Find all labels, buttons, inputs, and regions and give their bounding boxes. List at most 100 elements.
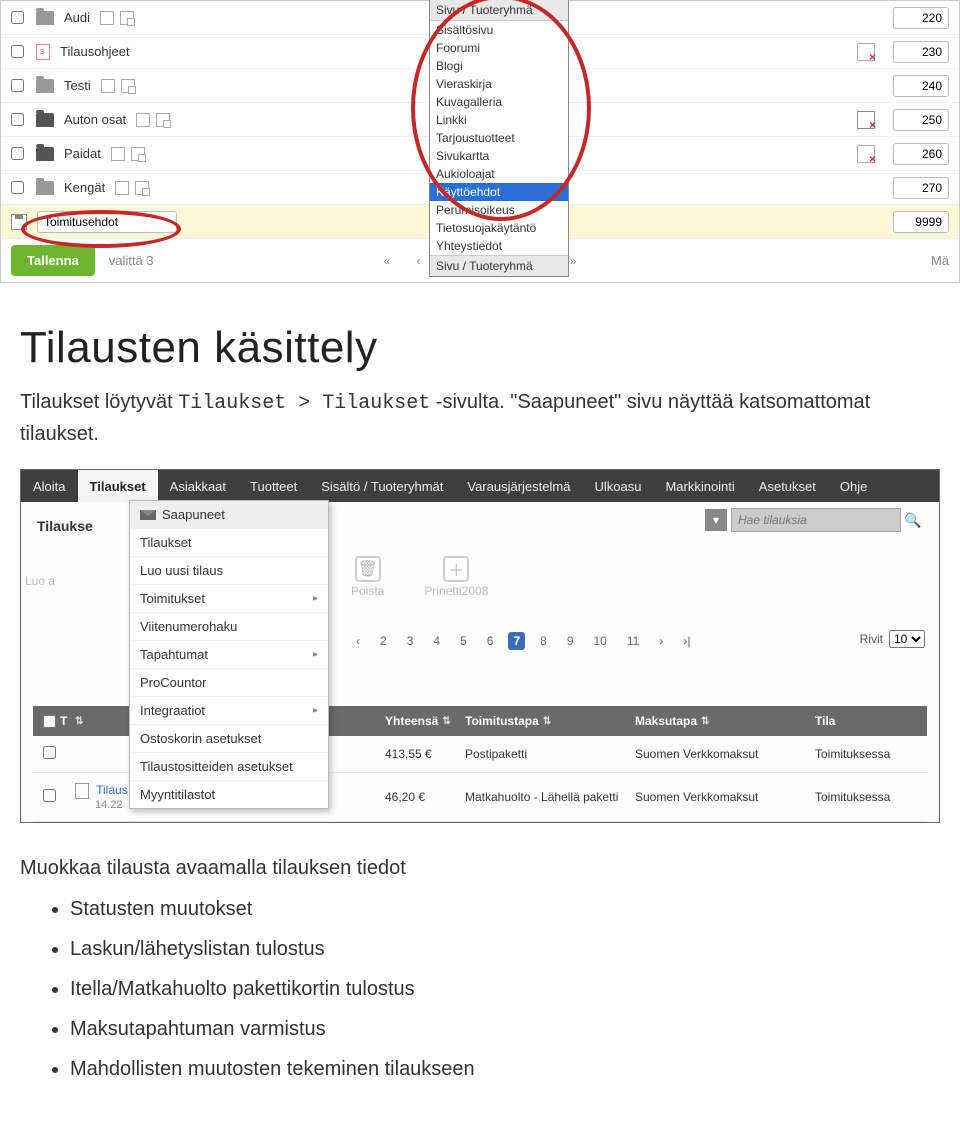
row-checkbox[interactable] (11, 147, 24, 160)
row-checkbox[interactable] (11, 11, 24, 24)
order-status: Toimituksessa (815, 747, 895, 761)
col-total[interactable]: Yhteensä (385, 714, 455, 728)
submenu-item[interactable]: Tilaukset (130, 528, 328, 556)
grid-icon (135, 181, 149, 195)
row-checkbox[interactable] (11, 113, 24, 126)
dropdown-item[interactable]: Sivukartta (430, 147, 568, 165)
row-checkbox[interactable] (11, 45, 24, 58)
tab-ohje[interactable]: Ohje (828, 470, 879, 502)
tab-markkinointi[interactable]: Markkinointi (653, 470, 746, 502)
page-title: Tilausten käsittely (20, 323, 940, 373)
page-num[interactable]: 11 (622, 632, 644, 650)
favorite-toggle[interactable]: ▾ (705, 509, 727, 531)
order-input[interactable] (893, 7, 949, 29)
rows-select[interactable]: 10 (889, 630, 925, 648)
page-num[interactable]: 10 (589, 632, 612, 650)
page-last[interactable]: ›| (678, 632, 695, 650)
order-total: 46,20 € (385, 790, 455, 804)
page-num[interactable]: 8 (535, 632, 552, 650)
search-icon[interactable]: 🔍 (901, 508, 925, 532)
cube-icon (100, 11, 114, 25)
pager-first[interactable]: « (378, 252, 397, 270)
submenu-item[interactable]: Myyntitilastot (130, 780, 328, 808)
dropdown-item[interactable]: Tietosuojakäytäntö (430, 219, 568, 237)
folder-icon (36, 79, 54, 93)
order-input[interactable] (893, 143, 949, 165)
tab-asiakkaat[interactable]: Asiakkaat (158, 470, 238, 502)
tab-tuotteet[interactable]: Tuotteet (238, 470, 309, 502)
order-input[interactable] (893, 177, 949, 199)
col-ship[interactable]: Toimitustapa (465, 714, 625, 728)
submenu-item[interactable]: Luo uusi tilaus (130, 556, 328, 584)
save-icon[interactable] (11, 214, 27, 230)
row-checkbox[interactable] (43, 789, 56, 802)
dropdown-item-selected[interactable]: Käyttöehdot (430, 183, 568, 201)
submenu-item[interactable]: Tilaustositteiden asetukset (130, 752, 328, 780)
list-item: Maksutapahtuman varmistus (70, 1009, 940, 1049)
type-dropdown[interactable]: Sivu / Tuoteryhmä Sisältösivu Foorumi Bl… (429, 0, 569, 277)
dropdown-item[interactable]: Vieraskirja (430, 75, 568, 93)
col-pay[interactable]: Maksutapa (635, 714, 805, 728)
row-label[interactable]: Audi (64, 10, 90, 25)
dropdown-item[interactable]: Foorumi (430, 39, 568, 57)
submenu-item[interactable]: Toimitukset (130, 584, 328, 612)
text: Tilaukset löytyvät (20, 391, 178, 413)
delete-button[interactable]: 🗑Poista (351, 556, 384, 598)
pager-prev[interactable]: ‹ (410, 252, 426, 270)
page-num[interactable]: 6 (482, 632, 499, 650)
submenu-item[interactable]: Integraatiot (130, 696, 328, 724)
row-label[interactable]: Tilausohjeet (60, 44, 130, 59)
add-button[interactable]: ＋Prinetti2008 (424, 556, 488, 598)
dropdown-item[interactable]: Tarjoustuotteet (430, 129, 568, 147)
page-num[interactable]: 3 (402, 632, 419, 650)
name-input[interactable] (37, 211, 177, 233)
submenu-item[interactable]: Viitenumerohaku (130, 612, 328, 640)
page-prev[interactable]: ‹ (351, 632, 365, 650)
dropdown-item[interactable]: Yhteystiedot (430, 237, 568, 255)
dropdown-item[interactable]: Aukioloajat (430, 165, 568, 183)
page-num[interactable]: 2 (375, 632, 392, 650)
save-button[interactable]: Tallenna (11, 245, 95, 276)
submenu-head[interactable]: Saapuneet (130, 501, 328, 528)
order-status: Toimituksessa (815, 790, 895, 804)
dropdown-item[interactable]: Perumisoikeus (430, 201, 568, 219)
page-num[interactable]: 5 (455, 632, 472, 650)
row-label[interactable]: Testi (64, 78, 91, 93)
dropdown-item[interactable]: Linkki (430, 111, 568, 129)
order-input[interactable] (893, 75, 949, 97)
page-next[interactable]: › (654, 632, 668, 650)
order-input[interactable] (893, 211, 949, 233)
submenu-item[interactable]: Ostoskorin asetukset (130, 724, 328, 752)
create-button-ghost[interactable]: Luo a (25, 574, 55, 588)
submenu-item[interactable]: Tapahtumat (130, 640, 328, 668)
orders-screenshot: Aloita Tilaukset Asiakkaat Tuotteet Sisä… (20, 469, 940, 823)
dropdown-item[interactable]: Sisältösivu (430, 21, 568, 39)
search-input[interactable] (731, 508, 901, 532)
tab-varaus[interactable]: Varausjärjestelmä (455, 470, 582, 502)
submenu-item[interactable]: ProCountor (130, 668, 328, 696)
dropdown-item[interactable]: Kuvagalleria (430, 93, 568, 111)
page-num-active[interactable]: 7 (508, 632, 525, 650)
top-screenshot-panel: Audi Tilausohjeet Testi Auton osat Paida… (0, 0, 960, 283)
page-num[interactable]: 4 (428, 632, 445, 650)
row-checkbox[interactable] (43, 746, 56, 759)
page-num[interactable]: 9 (562, 632, 579, 650)
tab-asetukset[interactable]: Asetukset (747, 470, 828, 502)
tab-tilaukset[interactable]: Tilaukset (78, 470, 158, 502)
row-checkbox[interactable] (11, 79, 24, 92)
row-label[interactable]: Auton osat (64, 112, 126, 127)
dropdown-item[interactable]: Blogi (430, 57, 568, 75)
row-checkbox[interactable] (11, 181, 24, 194)
order-input[interactable] (893, 109, 949, 131)
tab-ulkoasu[interactable]: Ulkoasu (582, 470, 653, 502)
row-label[interactable]: Kengät (64, 180, 105, 195)
document-icon (36, 44, 50, 60)
tab-sisalto[interactable]: Sisältö / Tuoteryhmät (309, 470, 455, 502)
row-label[interactable]: Paidat (64, 146, 101, 161)
rows-label: Rivit (860, 632, 883, 646)
toolbar: 🗑Poista ＋Prinetti2008 (351, 556, 488, 598)
grid-icon (120, 11, 134, 25)
order-input[interactable] (893, 41, 949, 63)
select-all[interactable] (43, 715, 56, 728)
tab-aloita[interactable]: Aloita (21, 470, 78, 502)
